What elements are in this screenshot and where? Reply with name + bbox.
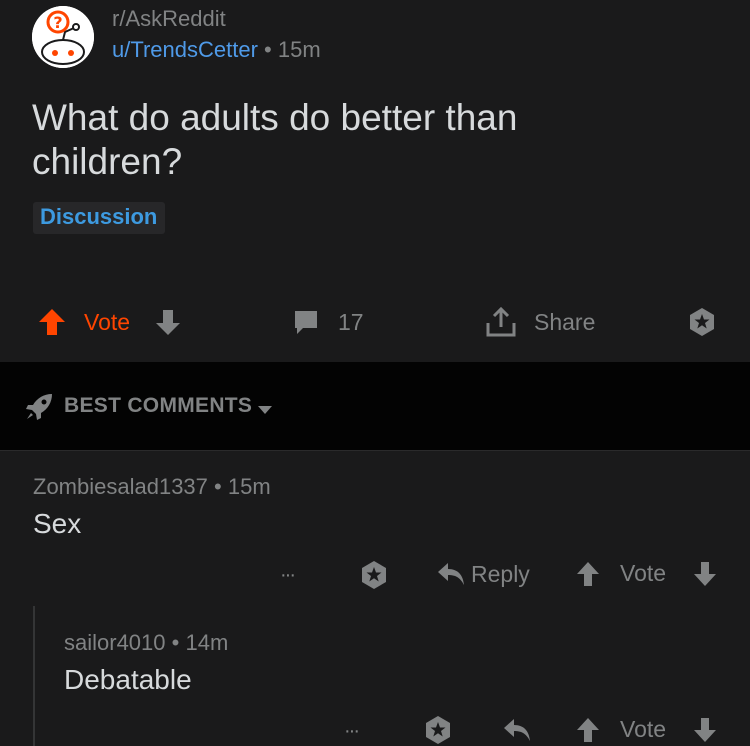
upvote-button[interactable] — [37, 306, 67, 338]
downvote-icon — [156, 310, 180, 335]
post-author[interactable]: u/TrendsCetter — [112, 37, 258, 62]
more-icon: ··· — [280, 563, 296, 586]
rocket-icon — [26, 394, 52, 420]
reply-button[interactable]: Reply — [436, 560, 530, 588]
post-age: 15m — [277, 37, 321, 62]
upvote-icon — [39, 309, 65, 335]
comment-age: 14m — [185, 630, 229, 655]
meta-separator: • — [214, 474, 228, 499]
upvote-icon — [577, 562, 599, 586]
reply-icon — [504, 719, 530, 741]
downvote-button[interactable] — [692, 560, 718, 588]
vote-label: Vote — [620, 560, 667, 586]
post-meta: u/TrendsCetter • 15m — [112, 37, 321, 63]
award-button[interactable] — [422, 714, 454, 746]
share-button[interactable]: Share — [484, 306, 595, 338]
sort-dropdown[interactable] — [257, 402, 273, 420]
comment-author[interactable]: sailor4010 — [64, 630, 166, 655]
upvote-button[interactable] — [575, 716, 601, 744]
sort-button[interactable] — [24, 392, 54, 427]
award-icon — [690, 308, 714, 336]
more-icon: ··· — [344, 719, 360, 742]
comment-count: 17 — [338, 308, 364, 335]
comment-meta: sailor4010 • 14m — [64, 630, 228, 656]
award-button[interactable] — [686, 306, 718, 338]
askreddit-avatar-icon: ? — [32, 6, 94, 68]
comment-meta: Zombiesalad1337 • 15m — [33, 474, 271, 500]
downvote-icon — [694, 562, 716, 586]
reply-button[interactable] — [502, 716, 532, 744]
award-button[interactable] — [358, 559, 390, 591]
sort-label[interactable]: BEST COMMENTS — [64, 394, 252, 418]
comment-icon — [295, 311, 317, 334]
award-icon — [426, 716, 450, 744]
meta-separator: • — [171, 630, 186, 655]
more-button[interactable]: ··· — [280, 560, 296, 590]
subreddit-avatar[interactable]: ? — [32, 6, 94, 68]
meta-separator: • — [264, 37, 278, 62]
thread-line[interactable] — [33, 606, 35, 746]
comment-body: Debatable — [64, 664, 192, 695]
upvote-button[interactable] — [575, 560, 601, 588]
reply-icon — [438, 563, 464, 585]
downvote-button[interactable] — [154, 306, 182, 338]
subreddit-name[interactable]: r/AskReddit — [112, 6, 226, 32]
comment-author[interactable]: Zombiesalad1337 — [33, 474, 208, 499]
downvote-button[interactable] — [692, 716, 718, 744]
comment-age: 15m — [227, 474, 271, 499]
comments-button[interactable]: 17 — [292, 306, 364, 338]
vote-label: Vote — [84, 308, 131, 335]
comment-body: Sex — [33, 508, 82, 539]
caret-down-icon — [258, 406, 272, 414]
svg-text:?: ? — [53, 13, 62, 32]
more-button[interactable]: ··· — [344, 716, 360, 746]
share-label: Share — [534, 308, 596, 335]
vote-label: Vote — [620, 716, 667, 742]
share-icon — [486, 306, 516, 337]
post-flair[interactable]: Discussion — [33, 202, 166, 234]
upvote-icon — [577, 718, 599, 742]
award-icon — [362, 561, 386, 589]
post-title: What do adults do better than children? — [32, 97, 518, 182]
downvote-icon — [694, 718, 716, 742]
reply-label: Reply — [471, 560, 530, 587]
